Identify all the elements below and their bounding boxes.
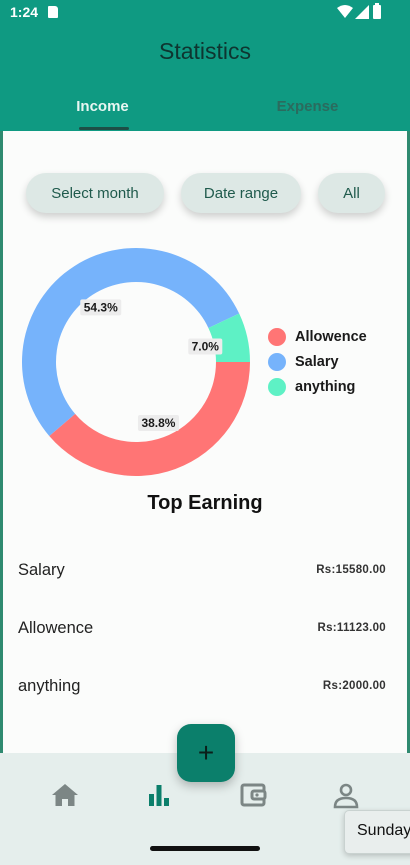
bar-chart-icon[interactable] <box>139 778 179 812</box>
earning-row[interactable]: Allowence Rs:11123.00 <box>18 614 386 644</box>
donut-label-bg <box>188 338 223 355</box>
tab-income[interactable]: Income <box>0 98 205 115</box>
profile-icon[interactable] <box>326 778 366 812</box>
battery-icon <box>373 3 381 19</box>
donut-label-bg <box>137 414 179 431</box>
donut-slice-allowence <box>49 362 250 476</box>
page-title: Statistics <box>158 38 252 64</box>
legend-dot <box>268 378 286 396</box>
status-time: 1:24 <box>10 4 39 20</box>
legend-dot <box>268 328 286 346</box>
all-button[interactable]: All <box>318 173 385 213</box>
top-earning-title: Top Earning <box>147 492 263 514</box>
day-toast: Sunday <box>344 810 410 854</box>
wallet-icon[interactable] <box>233 778 273 812</box>
earning-row[interactable]: anything Rs:2000.00 <box>18 672 386 702</box>
date-range-button[interactable]: Date range <box>181 173 301 213</box>
earning-row[interactable]: Salary Rs:15580.00 <box>18 556 386 586</box>
legend-dot <box>268 353 286 371</box>
home-indicator[interactable] <box>150 846 260 851</box>
status-bar: 1:24 <box>0 0 410 26</box>
legend-label: anything <box>295 379 356 395</box>
earning-name: Salary <box>18 561 65 579</box>
legend-label: Allowence <box>295 329 367 345</box>
legend-item-allowence: Allowence <box>268 327 367 347</box>
donut-slice-salary <box>22 248 240 436</box>
sd-card-icon <box>48 6 58 18</box>
select-month-button[interactable]: Select month <box>26 173 164 213</box>
donut-slice-anything <box>208 313 250 362</box>
home-icon[interactable] <box>45 778 85 812</box>
add-transaction-button[interactable]: + <box>177 724 235 782</box>
earning-name: anything <box>18 677 81 695</box>
donut-label-anything: 7.0% <box>192 340 220 354</box>
toast-text: Sunday <box>357 822 410 839</box>
legend-item-anything: anything <box>268 377 355 397</box>
legend-item-salary: Salary <box>268 352 339 372</box>
wifi-icon <box>337 5 353 18</box>
legend-label: Salary <box>295 354 339 370</box>
earning-amount: Rs:2000.00 <box>322 680 386 692</box>
tab-indicator <box>79 127 129 130</box>
app-header: Statistics Income Expense <box>0 26 410 131</box>
donut-label-salary: 54.3% <box>84 300 118 314</box>
donut-label-bg <box>80 299 122 316</box>
signal-icon <box>355 5 369 19</box>
earning-name: Allowence <box>18 619 94 637</box>
earning-amount: Rs:11123.00 <box>317 622 386 634</box>
donut-label-allowence: 38.8% <box>141 416 175 430</box>
tab-expense[interactable]: Expense <box>205 98 410 115</box>
earning-amount: Rs:15580.00 <box>316 564 386 576</box>
